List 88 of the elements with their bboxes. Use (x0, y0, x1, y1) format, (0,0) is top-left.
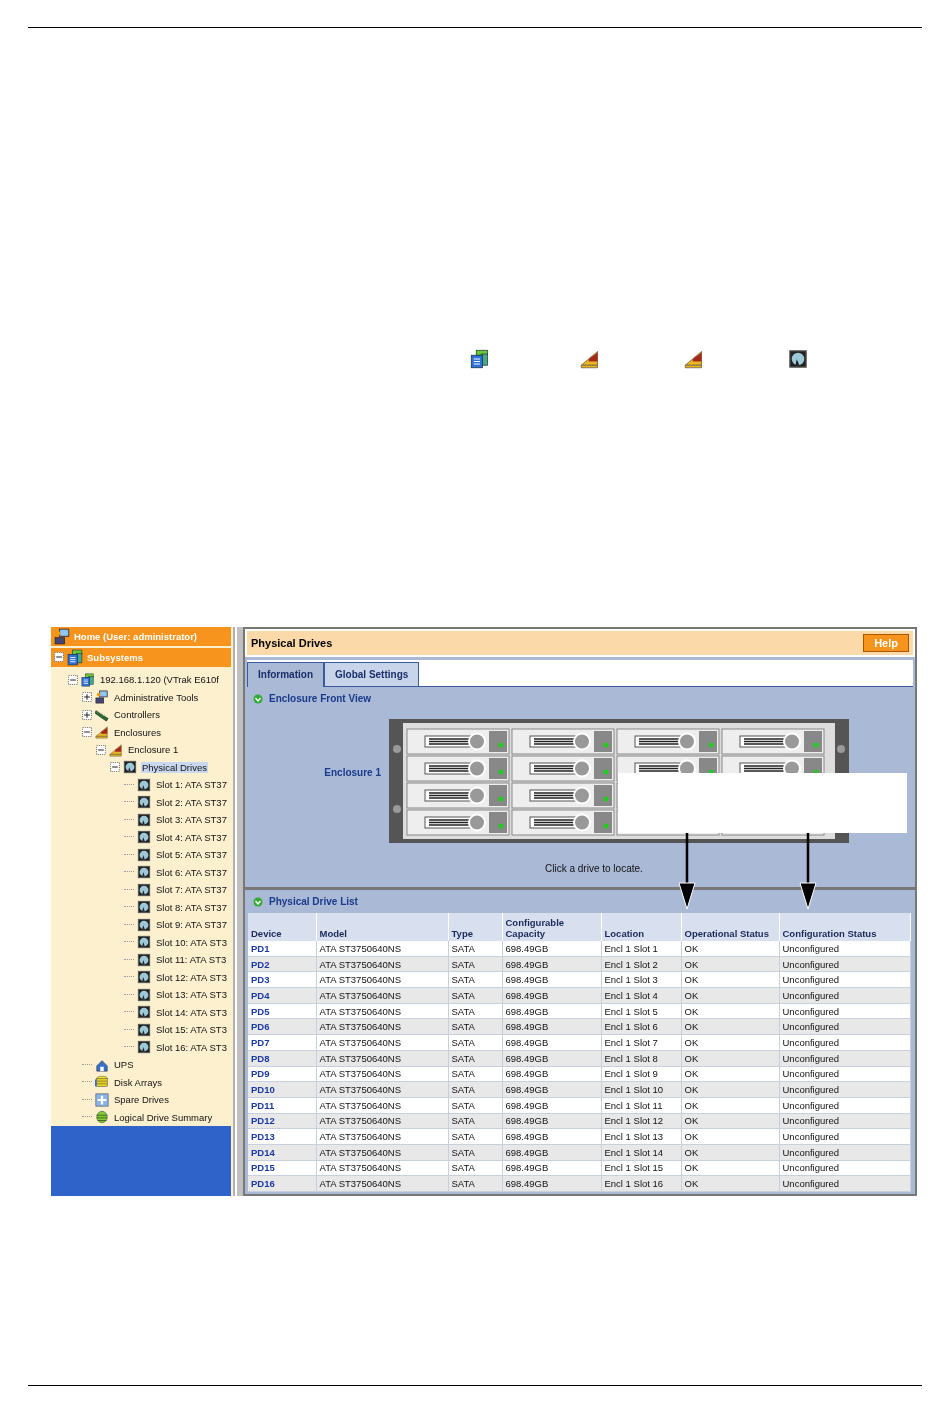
tab[interactable]: Information (247, 662, 324, 687)
tree-item[interactable]: Disk Arrays (113, 1076, 164, 1088)
drive-icon (137, 830, 151, 845)
collapse-toggle[interactable] (68, 674, 78, 685)
drive-icon (137, 812, 151, 827)
column-header: Model (316, 913, 448, 941)
spare-drive-icon (95, 1092, 109, 1107)
drive-icon (137, 847, 151, 862)
tree-item[interactable]: Slot 4: ATA ST37 (155, 831, 228, 843)
tree-item[interactable]: Slot 14: ATA ST3 (155, 1006, 228, 1018)
enclosure-icon (109, 742, 123, 757)
collapse-toggle[interactable] (96, 744, 106, 755)
computer-icon (54, 627, 71, 645)
table-cell: OK (681, 941, 779, 957)
tree-item[interactable]: 192.168.1.120 (VTrak E610f (99, 674, 220, 686)
tree-item[interactable]: Slot 15: ATA ST3 (155, 1024, 228, 1036)
expand-toggle[interactable] (82, 709, 92, 720)
tree-item[interactable]: Enclosures (113, 726, 162, 738)
tree-item[interactable]: Physical Drives (141, 761, 208, 773)
section-icon (253, 693, 263, 704)
collapse-toggle[interactable] (82, 727, 92, 738)
tree-item[interactable]: Slot 6: ATA ST37 (155, 866, 228, 878)
tree-item[interactable]: Slot 3: ATA ST37 (155, 814, 228, 826)
enclosure-icon (580, 349, 600, 369)
drive-icon (137, 777, 151, 792)
drive-icon (137, 900, 151, 915)
tree-item[interactable]: Slot 8: ATA ST37 (155, 901, 228, 913)
tree-item[interactable]: UPS (113, 1059, 135, 1071)
disk-stack-icon (95, 1075, 109, 1090)
section-title: Physical Drive List (269, 896, 358, 907)
tree-item[interactable]: Slot 5: ATA ST37 (155, 849, 228, 861)
table-cell: 698.49GB (502, 941, 601, 957)
collapse-toggle[interactable] (110, 762, 120, 773)
tree-item[interactable]: Administrative Tools (113, 691, 200, 703)
server-icon (81, 672, 95, 687)
enclosure-icon (684, 349, 704, 369)
tree-item[interactable]: Slot 16: ATA ST3 (155, 1041, 228, 1053)
tree-item[interactable]: Slot 10: ATA ST3 (155, 936, 228, 948)
section-title: Enclosure Front View (269, 693, 372, 704)
enclosure-label: Enclosure 1 (323, 767, 381, 778)
drive-icon (137, 970, 151, 985)
drive-icon (137, 935, 151, 950)
table-cell: SATA (448, 941, 502, 957)
drive-icon (123, 760, 137, 775)
house-icon (95, 1057, 109, 1072)
drive-icon (137, 795, 151, 810)
tree-item[interactable]: Slot 7: ATA ST37 (155, 884, 228, 896)
drive-icon (137, 917, 151, 932)
expand-toggle[interactable] (82, 692, 92, 703)
tree-item[interactable]: Controllers (113, 709, 161, 721)
enclosure-icon (95, 725, 109, 740)
tree-item[interactable]: Slot 9: ATA ST37 (155, 919, 228, 931)
hint-text: Click a drive to locate. (545, 863, 643, 874)
tree-item[interactable]: Slot 2: ATA ST37 (155, 796, 228, 808)
tree-item[interactable]: Slot 13: ATA ST3 (155, 989, 228, 1001)
table-cell: Unconfigured (779, 941, 910, 957)
drive-icon (137, 1005, 151, 1020)
tree-item[interactable]: Enclosure 1 (127, 744, 180, 756)
column-header: Configurable Capacity (502, 913, 601, 941)
table-cell: ATA ST3750640NS (316, 941, 448, 957)
table-cell: Encl 1 Slot 1 (601, 941, 681, 957)
column-header: Configuration Status (779, 913, 910, 941)
column-header: Type (448, 913, 502, 941)
drive-icon (788, 349, 808, 369)
drive-icon (137, 952, 151, 967)
server-icon (470, 349, 490, 369)
tree-item[interactable]: Spare Drives (113, 1094, 170, 1106)
section-icon (253, 896, 263, 907)
striped-disk-icon (95, 1110, 109, 1125)
device-link[interactable]: PD1 (248, 941, 316, 957)
drive-icon (137, 1022, 151, 1037)
drive-icon (137, 987, 151, 1002)
page-title: Physical Drives (251, 637, 333, 649)
computer-icon (95, 690, 109, 705)
collapse-toggle[interactable] (54, 652, 64, 663)
server-icon (67, 648, 84, 666)
tree-item[interactable]: Logical Drive Summary (113, 1111, 214, 1123)
tab[interactable]: Global Settings (324, 662, 420, 686)
circuit-board-icon (95, 707, 109, 722)
drive-icon (137, 1040, 151, 1055)
column-header: Device (248, 913, 316, 941)
drive-icon (137, 865, 151, 880)
tree-item[interactable]: Slot 1: ATA ST37 (155, 779, 228, 791)
tree-item[interactable]: Slot 11: ATA ST3 (155, 954, 228, 966)
drive-icon (137, 882, 151, 897)
column-header: Operational Status (681, 913, 779, 941)
tree-item[interactable]: Slot 12: ATA ST3 (155, 971, 228, 983)
column-header: Location (601, 913, 681, 941)
